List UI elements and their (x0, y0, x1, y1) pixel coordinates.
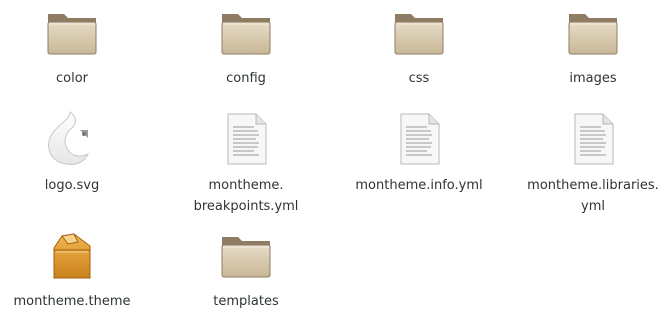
text-file-icon (561, 111, 625, 167)
text-file-icon (387, 111, 451, 167)
file-item-css[interactable]: css (339, 4, 499, 89)
file-name: montheme.libraries. yml (527, 178, 659, 214)
file-name: montheme.theme (13, 294, 131, 309)
package-icon (40, 227, 104, 283)
file-item-logo-svg[interactable]: logo.svg (0, 111, 152, 196)
svg-image-icon (40, 111, 104, 167)
file-name: montheme. breakpoints.yml (193, 178, 299, 214)
file-name: logo.svg (44, 178, 100, 193)
folder-icon (214, 227, 278, 283)
folder-icon (387, 4, 451, 60)
file-item-montheme-theme[interactable]: montheme.theme (0, 227, 152, 312)
file-item-montheme-libraries[interactable]: montheme.libraries. yml (513, 111, 665, 217)
file-name: config (226, 71, 266, 86)
file-item-color[interactable]: color (0, 4, 152, 89)
file-name: montheme.info.yml (355, 178, 483, 193)
file-name: css (408, 71, 430, 86)
file-item-montheme-info[interactable]: montheme.info.yml (339, 111, 499, 196)
file-item-montheme-breakpoints[interactable]: montheme. breakpoints.yml (166, 111, 326, 217)
file-icon-view: color config css images logo.svg monthem… (0, 0, 665, 309)
folder-icon (561, 4, 625, 60)
text-file-icon (214, 111, 278, 167)
file-name: color (55, 71, 88, 86)
file-item-config[interactable]: config (166, 4, 326, 89)
file-name: templates (213, 294, 279, 309)
file-name: images (569, 71, 617, 86)
folder-icon (214, 4, 278, 60)
file-item-templates[interactable]: templates (166, 227, 326, 312)
folder-icon (40, 4, 104, 60)
file-item-images[interactable]: images (513, 4, 665, 89)
